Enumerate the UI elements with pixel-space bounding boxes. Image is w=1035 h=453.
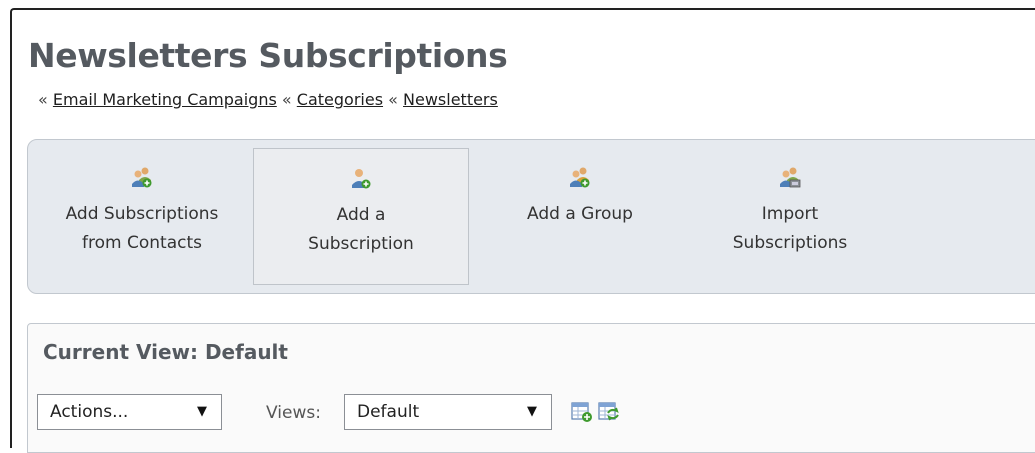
actions-select[interactable]: Actions... ▼ xyxy=(37,394,222,430)
breadcrumb-link-categories[interactable]: Categories xyxy=(297,90,383,109)
page-title: Newsletters Subscriptions xyxy=(28,36,508,75)
views-label: Views: xyxy=(266,403,321,423)
chevron-down-icon: ▼ xyxy=(197,404,207,419)
refresh-view-icon[interactable] xyxy=(598,401,620,423)
tool-label: Import Subscriptions xyxy=(732,204,848,253)
breadcrumb-separator: « xyxy=(281,90,292,109)
users-import-icon xyxy=(780,167,801,188)
group-add-icon xyxy=(570,167,590,188)
breadcrumb-separator: « xyxy=(38,90,48,109)
add-group-button[interactable]: Add a Group xyxy=(490,148,670,285)
actions-select-value: Actions... xyxy=(50,402,129,422)
breadcrumb-separator: « xyxy=(388,90,398,109)
breadcrumb: « Email Marketing Campaigns « Categories… xyxy=(38,90,498,109)
breadcrumb-link-newsletters[interactable]: Newsletters xyxy=(403,90,498,109)
chevron-down-icon: ▼ xyxy=(527,404,537,419)
add-view-icon[interactable] xyxy=(571,401,593,423)
toolbar: Add Subscriptions from Contacts Add a Su… xyxy=(27,139,1035,294)
users-add-icon xyxy=(132,167,152,188)
views-select-value: Default xyxy=(357,402,420,422)
user-add-icon xyxy=(352,169,371,189)
add-subscriptions-from-contacts-button[interactable]: Add Subscriptions from Contacts xyxy=(42,148,242,285)
current-view-panel: Current View: Default Actions... ▼ Views… xyxy=(27,323,1035,453)
views-select[interactable]: Default ▼ xyxy=(344,394,552,430)
tool-label: Add a Subscription xyxy=(308,205,414,254)
current-view-title: Current View: Default xyxy=(43,340,288,364)
tool-label: Add a Group xyxy=(527,204,633,224)
tool-label: Add Subscriptions from Contacts xyxy=(65,204,219,253)
import-subscriptions-button[interactable]: Import Subscriptions xyxy=(700,148,880,285)
add-subscription-button[interactable]: Add a Subscription xyxy=(253,148,469,285)
breadcrumb-link-email-marketing-campaigns[interactable]: Email Marketing Campaigns xyxy=(53,90,277,109)
